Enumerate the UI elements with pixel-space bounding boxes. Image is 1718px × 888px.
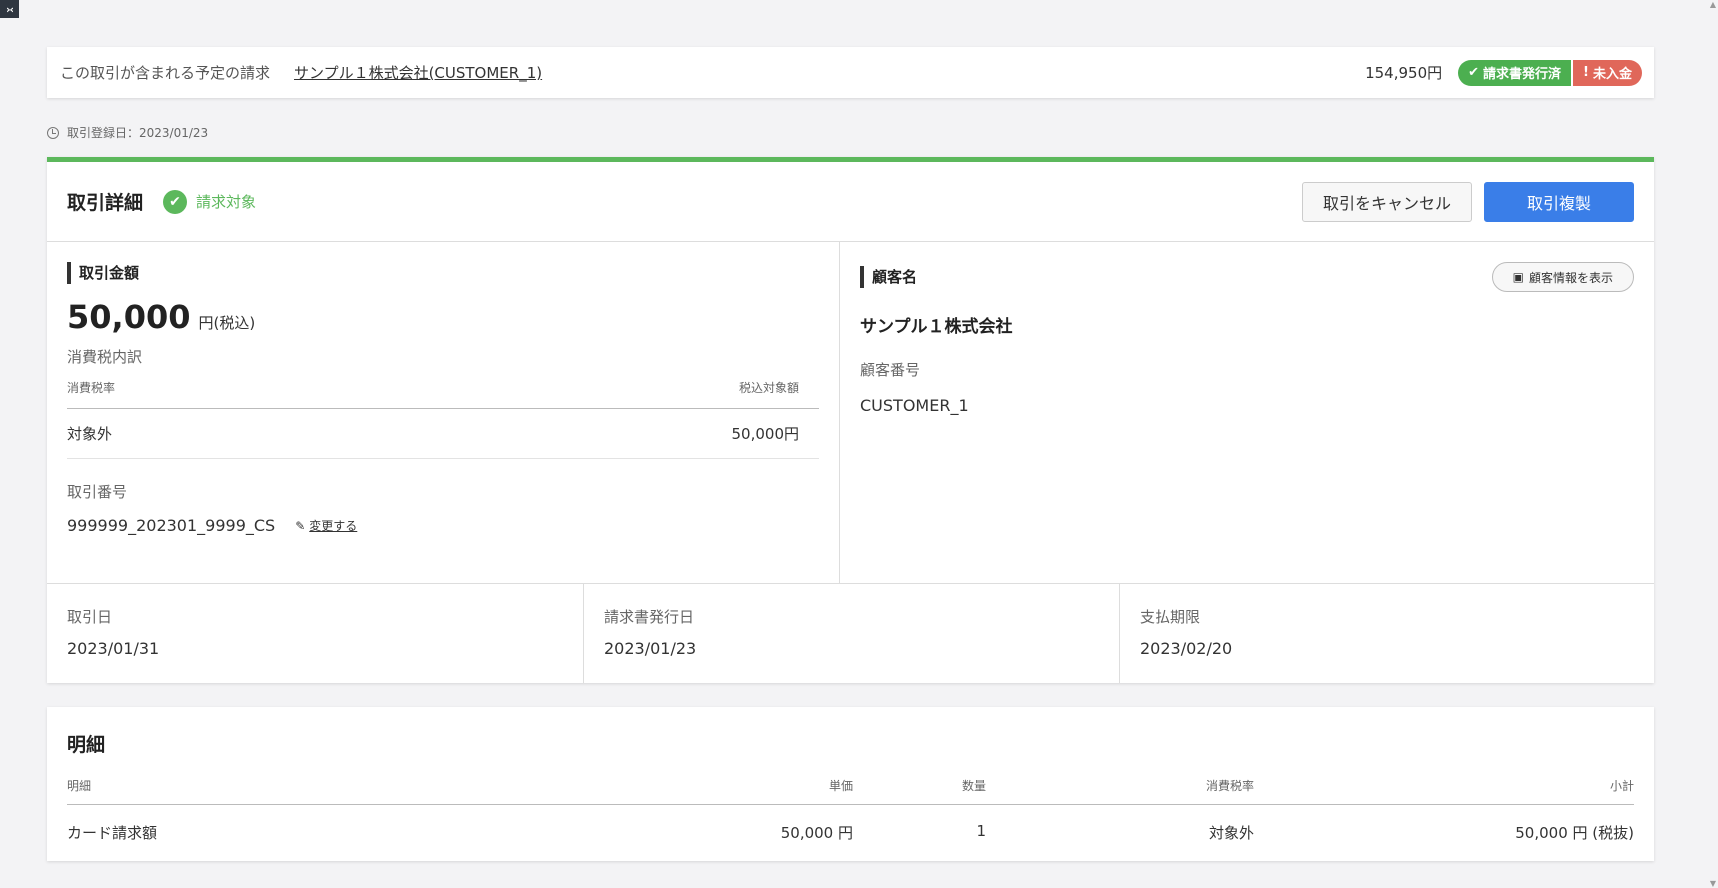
taxable-amount-cell: 50,000円 xyxy=(731,425,800,443)
subtotal-header: 小計 xyxy=(1609,779,1634,793)
contact-card-icon: ▣ xyxy=(1512,270,1524,284)
amount-value: 50,000 xyxy=(67,298,191,336)
sidebar-toggle-icon[interactable]: ›‹ xyxy=(0,0,19,18)
tax-breakdown-label: 消費税内訳 xyxy=(67,348,143,366)
registration-date-text: 取引登録日：2023/01/23 xyxy=(67,126,209,140)
table-row: カード請求額 50,000 円 1 対象外 50,000 円 (税抜) xyxy=(67,805,1634,861)
invoice-date-label: 請求書発行日 xyxy=(604,608,695,626)
amount-unit: 円(税込) xyxy=(198,314,256,332)
tax-rate-header: 消費税率 xyxy=(67,381,116,395)
transaction-amount: 50,000 円(税込) xyxy=(67,298,819,336)
unit-price-header: 単価 xyxy=(828,779,853,793)
customer-number-label: 顧客番号 xyxy=(860,361,921,379)
invoice-issued-badge: ✔ 請求書発行済 xyxy=(1458,59,1572,86)
scroll-down-icon[interactable]: ▼ xyxy=(1710,879,1716,888)
show-customer-info-button[interactable]: ▣ 顧客情報を表示 xyxy=(1491,262,1634,292)
transaction-number-label: 取引番号 xyxy=(67,483,128,501)
item-header: 明細 xyxy=(67,779,92,793)
line-items-card: 明細 明細 単価 数量 消費税率 小計 カード請求額 50,000 円 1 対象… xyxy=(47,707,1654,861)
unpaid-label: 未入金 xyxy=(1592,67,1632,82)
check-circle-icon: ✔ xyxy=(163,189,188,214)
due-date-cell: 支払期限 2023/02/20 xyxy=(1119,584,1654,683)
invoice-bar-label: この取引が含まれる予定の請求 xyxy=(60,64,271,82)
check-icon: ✔ xyxy=(1468,65,1480,80)
quantity-cell: 1 xyxy=(976,822,986,840)
customer-number-value: CUSTOMER_1 xyxy=(860,396,969,415)
duplicate-transaction-button[interactable]: 取引複製 xyxy=(1484,181,1634,222)
tax-rate-header: 消費税率 xyxy=(1205,779,1254,793)
billing-status: 請求対象 xyxy=(196,193,257,211)
tax-table: 消費税率 税込対象額 対象外 50,000円 xyxy=(67,379,819,459)
registration-date: 取引登録日：2023/01/23 xyxy=(47,124,208,141)
change-transaction-number-link[interactable]: ✎ 変更する xyxy=(295,517,357,534)
line-items-title: 明細 xyxy=(67,734,106,756)
transaction-date-value: 2023/01/31 xyxy=(67,639,160,658)
invoice-date-value: 2023/01/23 xyxy=(604,639,697,658)
tax-table-header: 消費税率 税込対象額 xyxy=(67,379,819,409)
tax-rate-cell: 対象外 xyxy=(67,425,113,443)
detail-header: 取引詳細 ✔ 請求対象 取引をキャンセル 取引複製 xyxy=(47,162,1654,242)
invoice-date-cell: 請求書発行日 2023/01/23 xyxy=(583,584,1119,683)
pencil-icon: ✎ xyxy=(295,518,306,533)
cancel-transaction-button[interactable]: 取引をキャンセル xyxy=(1302,181,1472,222)
scroll-up-icon[interactable]: ▲ xyxy=(1710,0,1716,9)
exclamation-icon: ! xyxy=(1583,65,1589,80)
amount-section: 取引金額 50,000 円(税込) 消費税内訳 消費税率 税込対象額 対象外 5… xyxy=(47,242,840,583)
customer-section: 顧客名 ▣ 顧客情報を表示 サンプル１株式会社 顧客番号 CUSTOMER_1 xyxy=(840,242,1654,583)
line-items-header: 明細 単価 数量 消費税率 小計 xyxy=(67,777,1634,805)
due-date-value: 2023/02/20 xyxy=(1140,639,1233,658)
quantity-header: 数量 xyxy=(961,779,986,793)
due-date-label: 支払期限 xyxy=(1140,608,1201,626)
transaction-detail-card: 取引詳細 ✔ 請求対象 取引をキャンセル 取引複製 取引金額 50,000 円(… xyxy=(47,157,1654,683)
show-customer-info-label: 顧客情報を表示 xyxy=(1528,270,1613,285)
customer-name: サンプル１株式会社 xyxy=(860,317,1013,337)
amount-section-title: 取引金額 xyxy=(67,262,819,284)
change-link-label: 変更する xyxy=(309,519,358,533)
unpaid-badge: ! 未入金 xyxy=(1573,59,1642,86)
subtotal-cell: 50,000 円 (税抜) xyxy=(1515,824,1634,842)
tax-rate-cell: 対象外 xyxy=(1208,824,1254,842)
invoice-amount: 154,950円 xyxy=(1365,64,1443,82)
invoice-issued-label: 請求書発行済 xyxy=(1483,67,1562,82)
detail-title: 取引詳細 xyxy=(67,192,144,214)
transaction-date-cell: 取引日 2023/01/31 xyxy=(47,584,583,683)
unit-price-cell: 50,000 円 xyxy=(780,824,853,842)
taxable-amount-header: 税込対象額 xyxy=(738,381,799,395)
item-cell: カード請求額 xyxy=(67,824,158,842)
transaction-number-value: 999999_202301_9999_CS xyxy=(67,516,276,535)
invoice-bar: この取引が含まれる予定の請求 サンプル１株式会社(CUSTOMER_1) 154… xyxy=(47,47,1654,98)
transaction-date-label: 取引日 xyxy=(67,608,113,626)
clock-icon xyxy=(47,126,59,139)
table-row: 対象外 50,000円 xyxy=(67,409,819,459)
invoice-customer-link[interactable]: サンプル１株式会社(CUSTOMER_1) xyxy=(294,62,542,83)
